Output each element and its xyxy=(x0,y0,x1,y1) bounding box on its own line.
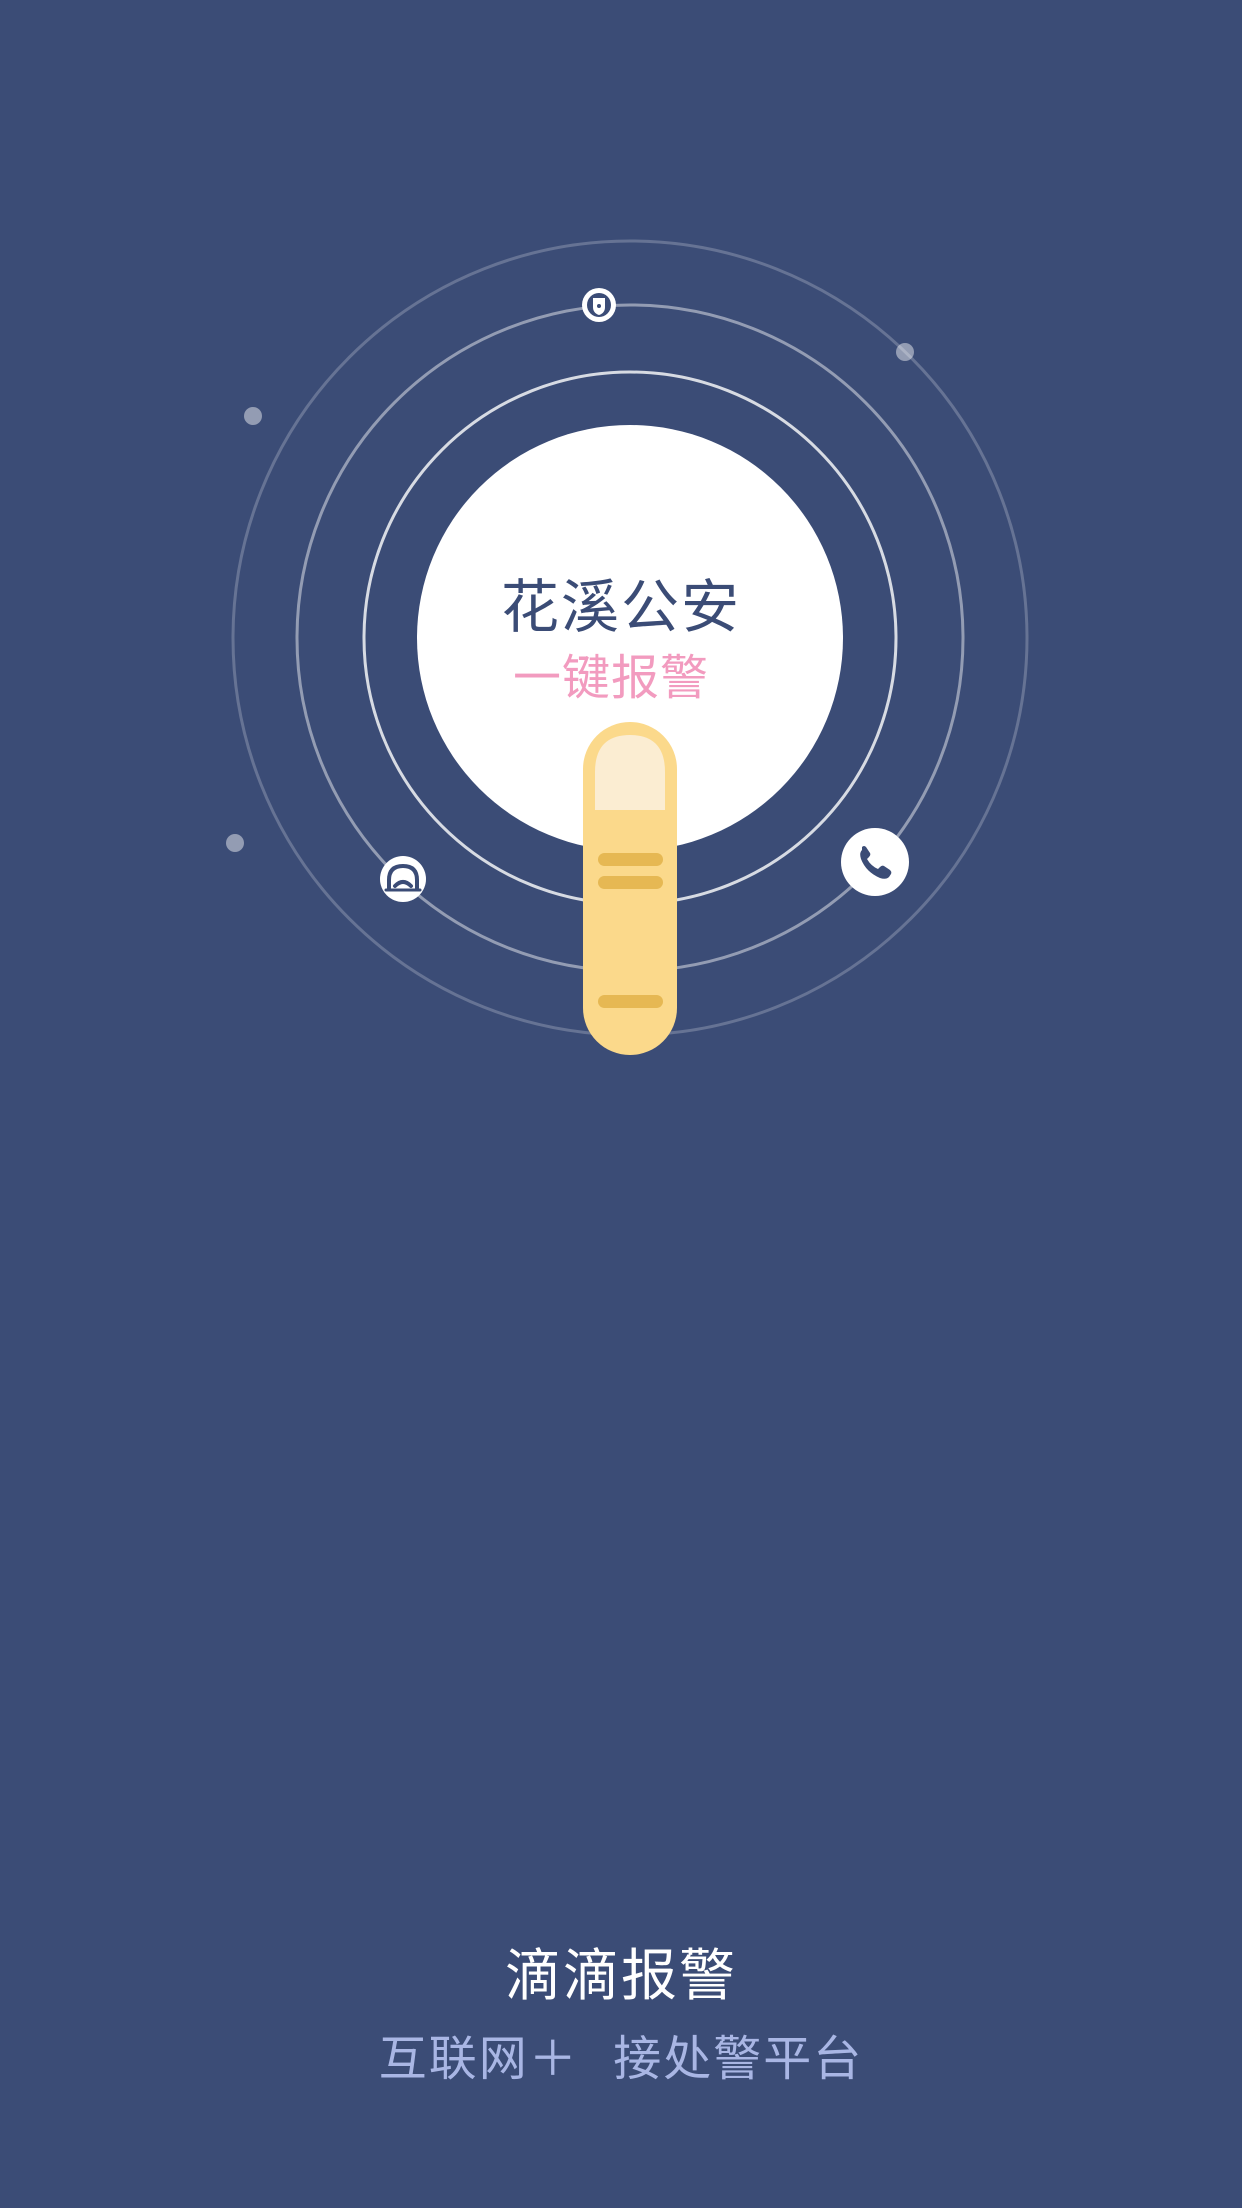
app-tagline: 互联网＋ 接处警平台 xyxy=(378,2031,864,2087)
splash-screen: 花溪公安 一键报警 滴滴报警 互联网＋ 接处警平台 xyxy=(0,0,1242,2208)
police-badge-icon xyxy=(582,288,616,322)
tap-finger-icon xyxy=(583,722,677,1055)
hero-title: 花溪公安 xyxy=(500,573,741,641)
hero-subtitle: 一键报警 xyxy=(512,650,709,706)
hero-graphic xyxy=(226,239,1029,1055)
orbit-dot xyxy=(226,834,244,852)
orbit-dot xyxy=(896,343,914,361)
app-name: 滴滴报警 xyxy=(505,1944,737,2009)
orbit-dot xyxy=(244,407,262,425)
phone-icon xyxy=(841,828,909,896)
police-cap-icon xyxy=(380,856,426,902)
